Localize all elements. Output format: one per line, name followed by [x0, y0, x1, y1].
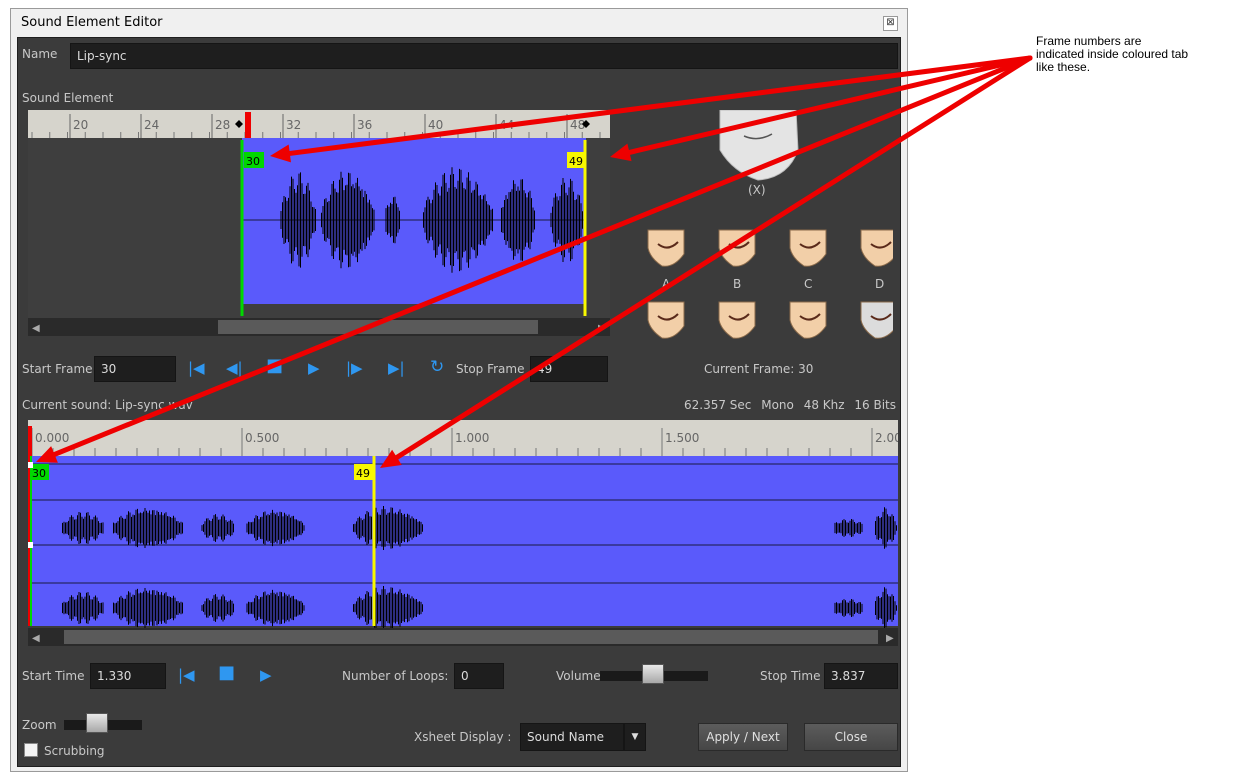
step-back-icon[interactable]: ◀| [226, 358, 243, 378]
left-channel-handle[interactable] [28, 462, 33, 468]
name-label: Name [22, 47, 58, 61]
time-go-to-start-icon[interactable]: |◀ [178, 665, 195, 685]
number-of-loops-label: Number of Loops: [342, 669, 449, 683]
mouth-shape-label: A [662, 277, 671, 291]
frame-tick-label: 24 [144, 118, 159, 132]
go-to-start-icon[interactable]: |◀ [188, 358, 205, 378]
sound-element-view[interactable]: 20 24 28 32 36 40 44 48 30 49 ◀ ▶ [28, 110, 610, 340]
frame-tick-label: 48 [570, 118, 585, 132]
frame-ruler[interactable] [28, 110, 610, 138]
xsheet-display-select[interactable]: Sound Name [520, 723, 624, 751]
time-play-icon[interactable]: ▶ [260, 665, 272, 685]
chevron-down-icon[interactable]: ▼ [624, 723, 646, 751]
close-window-icon[interactable]: ⊠ [883, 16, 898, 31]
sound-bits: 16 Bits [854, 398, 896, 412]
sound-waveform-view[interactable]: 0.000 0.500 1.000 1.500 2.000 30 49 ◀ ▶ [28, 420, 898, 648]
apply-next-button[interactable]: Apply / Next [698, 723, 788, 751]
scrubbing-checkbox[interactable] [24, 743, 38, 757]
lower-scrollbar-thumb[interactable] [64, 630, 878, 644]
lower-scroll-left-icon[interactable]: ◀ [32, 633, 40, 644]
zoom-label: Zoom [22, 718, 57, 732]
window-title: Sound Element Editor [21, 15, 163, 30]
volume-label: Volume [556, 669, 601, 683]
start-time-label: Start Time [22, 669, 85, 683]
stop-frame-field[interactable]: 49 [530, 356, 608, 382]
start-time-tab-label: 30 [32, 467, 46, 480]
sound-rate: 48 Khz [803, 398, 845, 412]
sound-element-label: Sound Element [22, 91, 114, 105]
current-mouth-label: (X) [748, 183, 766, 197]
time-tick-label: 2.000 [875, 431, 898, 445]
mouth-grid: ABCDEFGX [647, 229, 893, 339]
editor-panel: Name Lip-sync Sound Element 20 24 28 32 36 40… [17, 37, 901, 767]
playhead-marker[interactable] [245, 112, 251, 138]
number-of-loops-field[interactable]: 0 [454, 663, 504, 689]
time-tick-label: 0.000 [35, 431, 69, 445]
mouth-shape-label: D [875, 277, 884, 291]
close-button[interactable]: Close [804, 723, 898, 751]
sound-duration: 62.357 Sec [683, 398, 752, 412]
scrubbing-label: Scrubbing [44, 744, 105, 758]
lip-sync-preview: (X) ABCDEFGX [647, 110, 893, 339]
xsheet-display-label: Xsheet Display : [414, 730, 512, 744]
volume-slider-thumb[interactable] [642, 664, 664, 684]
go-to-end-icon[interactable]: ▶| [388, 358, 405, 378]
time-tick-label: 0.500 [245, 431, 279, 445]
scroll-left-icon[interactable]: ◀ [32, 323, 40, 334]
stop-time-label: Stop Time [760, 669, 821, 683]
stop-time-tab-label: 49 [356, 467, 370, 480]
current-sound-label: Current sound: Lip-sync.wav [22, 398, 193, 412]
step-forward-icon[interactable]: |▶ [346, 358, 363, 378]
loop-icon[interactable]: ↻ [430, 357, 444, 377]
frame-tick-label: 40 [428, 118, 443, 132]
upper-scrollbar-thumb[interactable] [218, 320, 538, 334]
zoom-slider-thumb[interactable] [86, 713, 108, 733]
lower-scroll-right-icon[interactable]: ▶ [886, 633, 894, 644]
name-field[interactable]: Lip-sync [70, 43, 898, 69]
right-channel-handle[interactable] [28, 542, 33, 548]
scroll-right-icon[interactable]: ▶ [598, 323, 606, 334]
frame-tick-label: 32 [286, 118, 301, 132]
title-bar: Sound Element Editor ⊠ [11, 9, 907, 37]
stop-frame-label: Stop Frame [456, 362, 525, 376]
start-frame-tab-label: 30 [246, 155, 260, 168]
play-icon[interactable]: ▶ [308, 358, 320, 378]
frame-tick-label: 44 [499, 118, 514, 132]
current-frame-readout: Current Frame: 30 [704, 362, 814, 376]
frame-tick-label: 20 [73, 118, 88, 132]
sound-channels: Mono [761, 398, 794, 412]
start-frame-field[interactable]: 30 [94, 356, 176, 382]
current-mouth-face [719, 110, 799, 181]
annotation-line-3: like these. [1036, 60, 1091, 74]
stop-frame-tab-label: 49 [569, 155, 583, 168]
start-time-field[interactable]: 1.330 [90, 663, 166, 689]
sound-properties: 62.357 Sec Mono 48 Khz 16 Bits [684, 398, 896, 412]
frame-tick-label: 28 [215, 118, 230, 132]
mouth-shape-label: C [804, 277, 812, 291]
time-tick-label: 1.000 [455, 431, 489, 445]
sound-element-editor-window: Sound Element Editor ⊠ Name Lip-sync Sou… [10, 8, 908, 772]
time-tick-label: 1.500 [665, 431, 699, 445]
stop-icon[interactable]: ■ [266, 356, 283, 376]
time-stop-icon[interactable]: ■ [218, 663, 235, 683]
mouth-shape-label: B [733, 277, 741, 291]
stop-time-field[interactable]: 3.837 [824, 663, 898, 689]
start-frame-label: Start Frame [22, 362, 93, 376]
frame-tick-label: 36 [357, 118, 372, 132]
annotation-text: Frame numbers are indicated inside colou… [1036, 35, 1251, 74]
